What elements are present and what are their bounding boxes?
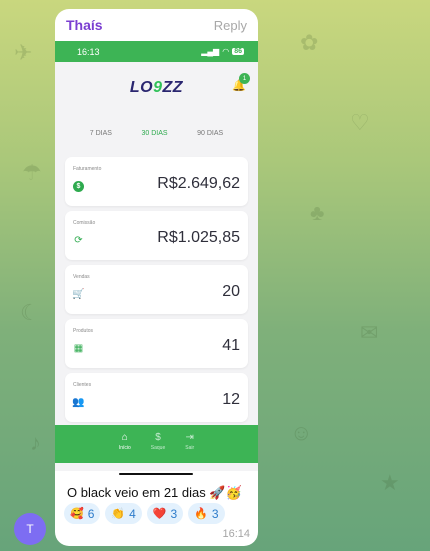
- nav-inicio[interactable]: ⌂ Início: [119, 433, 131, 463]
- reply-label[interactable]: Reply: [214, 18, 247, 33]
- home-indicator: [119, 473, 193, 475]
- tab-7-dias[interactable]: 7 DIAS: [90, 130, 112, 137]
- phone-status-bar: 16:13 ▂▄▆ ◠ 86: [55, 41, 258, 62]
- card-value: R$1.025,85: [157, 229, 240, 246]
- period-tabs: 7 DIAS 30 DIAS 90 DIAS: [55, 114, 258, 152]
- sender-name[interactable]: Thaís: [66, 17, 103, 33]
- card-value: 12: [222, 391, 240, 408]
- users-icon: 👥: [72, 397, 85, 408]
- message-bubble: Thaís Reply 16:13 ▂▄▆ ◠ 86 LO9ZZ 🔔 1 7 D…: [55, 9, 258, 546]
- reaction-heart-eyes[interactable]: 🥰 6: [64, 503, 101, 524]
- notification-badge: 1: [239, 73, 250, 84]
- sender-avatar[interactable]: T: [14, 513, 46, 545]
- reaction-heart[interactable]: ❤️ 3: [146, 503, 184, 524]
- message-header: Thaís Reply: [55, 9, 258, 41]
- cart-icon: 🛒: [72, 289, 85, 300]
- card-faturamento[interactable]: Faturamento $ R$2.649,62: [65, 157, 248, 206]
- card-label: Comissão: [73, 220, 96, 226]
- card-label: Produtos: [73, 328, 94, 334]
- bottom-nav: ⌂ Início $ Saque ⇥ Sair: [55, 425, 258, 463]
- wifi-icon: ◠: [222, 47, 230, 56]
- grid-icon: ▦: [73, 343, 84, 354]
- card-value: 41: [222, 337, 240, 354]
- card-label: Clientes: [73, 382, 92, 388]
- tab-30-dias[interactable]: 30 DIAS: [142, 130, 168, 137]
- app-logo: LO9ZZ: [129, 79, 184, 96]
- card-value: R$2.649,62: [157, 175, 240, 192]
- card-comissao[interactable]: Comissão ⟳ R$1.025,85: [65, 211, 248, 260]
- message-text: O black veio em 21 dias 🚀🥳: [67, 485, 242, 500]
- nav-sair[interactable]: ⇥ Sair: [185, 433, 194, 463]
- logout-icon: ⇥: [185, 432, 194, 443]
- card-vendas[interactable]: Vendas 🛒 20: [65, 265, 248, 314]
- card-produtos[interactable]: Produtos ▦ 41: [65, 319, 248, 368]
- reactions-row: 🥰 6 👏 4 ❤️ 3 🔥 3: [64, 503, 225, 524]
- status-time: 16:13: [77, 46, 100, 57]
- app-header: LO9ZZ 🔔 1: [55, 62, 258, 114]
- tab-90-dias[interactable]: 90 DIAS: [197, 130, 223, 137]
- home-icon: ⌂: [121, 432, 128, 443]
- dollar-icon: $: [73, 181, 84, 192]
- card-clientes[interactable]: Clientes 👥 12: [65, 373, 248, 422]
- card-label: Faturamento: [73, 166, 102, 172]
- card-label: Vendas: [73, 274, 90, 280]
- nav-saque[interactable]: $ Saque: [151, 433, 165, 463]
- refresh-dollar-icon: ⟳: [74, 235, 83, 246]
- signal-icon: ▂▄▆: [201, 47, 220, 56]
- card-value: 20: [222, 283, 240, 300]
- battery-icon: 86: [232, 48, 244, 55]
- message-time: 16:14: [222, 528, 250, 540]
- reaction-clap[interactable]: 👏 4: [105, 503, 142, 524]
- screenshot-image[interactable]: 16:13 ▂▄▆ ◠ 86 LO9ZZ 🔔 1 7 DIAS 30 DIAS …: [55, 41, 258, 475]
- reaction-fire[interactable]: 🔥 3: [188, 503, 225, 524]
- dollar-icon: $: [155, 432, 161, 443]
